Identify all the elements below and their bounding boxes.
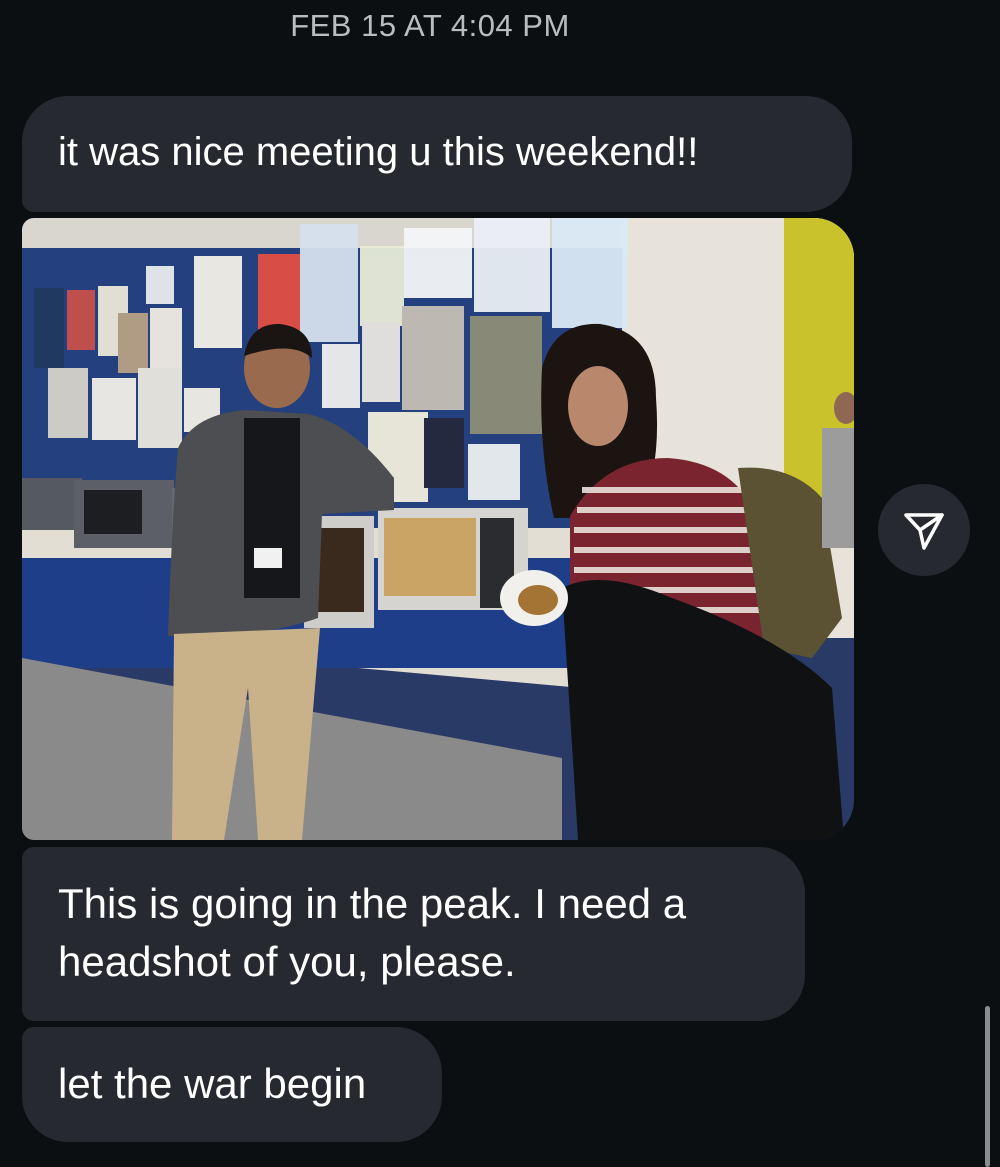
message-bubble-received[interactable]: it was nice meeting u this weekend!! bbox=[22, 96, 852, 212]
message-text: let the war begin bbox=[58, 1060, 367, 1107]
message-text: it was nice meeting u this weekend!! bbox=[58, 130, 699, 174]
message-text: This is going in the peak. I need a head… bbox=[58, 880, 687, 985]
message-bubble-received[interactable]: This is going in the peak. I need a head… bbox=[22, 847, 805, 1021]
share-button[interactable] bbox=[878, 484, 970, 576]
message-timestamp: FEB 15 AT 4:04 PM bbox=[290, 8, 570, 43]
photo-message[interactable] bbox=[22, 218, 854, 840]
scrollbar[interactable] bbox=[985, 1006, 990, 1167]
photo-image bbox=[22, 218, 854, 840]
message-bubble-received[interactable]: let the war begin bbox=[22, 1027, 442, 1142]
paper-plane-icon bbox=[904, 513, 944, 550]
